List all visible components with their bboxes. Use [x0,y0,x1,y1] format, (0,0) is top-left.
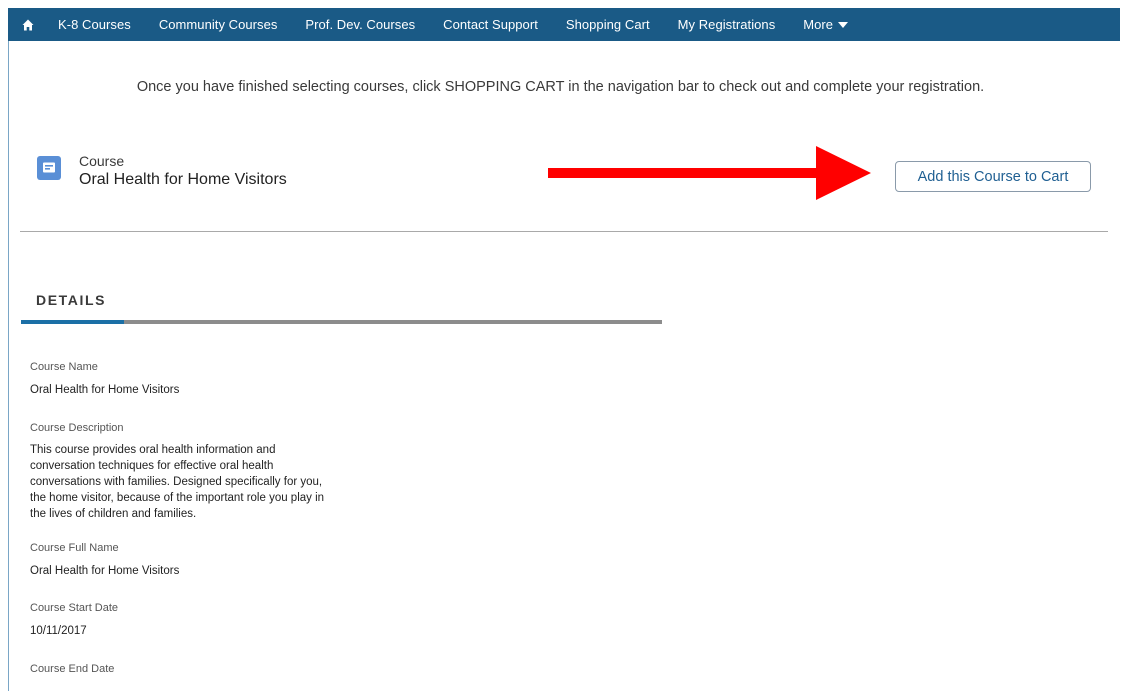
nav-k8-courses[interactable]: K-8 Courses [58,17,131,32]
page: K-8 Courses Community Courses Prof. Dev.… [0,0,1121,691]
field-label-course-end-date: Course End Date [30,663,115,675]
nav-shopping-cart[interactable]: Shopping Cart [566,17,650,32]
nav-more-label: More [803,17,834,32]
nav-my-registrations[interactable]: My Registrations [678,17,776,32]
home-icon[interactable] [22,19,34,31]
field-value-course-start-date: 10/11/2017 [30,625,87,637]
nav-contact-support[interactable]: Contact Support [443,17,538,32]
course-record-icon [37,156,61,180]
nav-community-courses[interactable]: Community Courses [159,17,278,32]
field-label-course-name: Course Name [30,361,98,373]
red-arrow-icon [548,146,871,200]
tab-details[interactable]: DETAILS [36,292,106,308]
caret-down-icon [838,22,849,28]
nav-prof-dev-courses[interactable]: Prof. Dev. Courses [305,17,415,32]
add-course-to-cart-button[interactable]: Add this Course to Cart [895,161,1091,192]
nav-more-menu[interactable]: More [803,17,849,32]
details-tab-active-indicator [21,320,124,324]
field-label-course-full-name: Course Full Name [30,542,119,554]
record-header-text: Course Oral Health for Home Visitors [79,153,287,190]
record-title: Oral Health for Home Visitors [79,171,287,188]
content-left-border [8,41,9,691]
field-label-course-description: Course Description [30,422,124,434]
record-header: Course Oral Health for Home Visitors [37,153,287,190]
section-divider [20,231,1108,232]
field-label-course-start-date: Course Start Date [30,602,119,614]
field-value-course-full-name: Oral Health for Home Visitors [30,565,180,577]
instruction-text: Once you have finished selecting courses… [136,79,985,95]
field-value-course-name: Oral Health for Home Visitors [30,384,180,396]
top-nav-bar: K-8 Courses Community Courses Prof. Dev.… [8,8,1120,41]
field-value-course-description: This course provides oral health informa… [30,444,325,520]
details-tab-underline [21,320,662,324]
record-type-label: Course [79,153,125,169]
